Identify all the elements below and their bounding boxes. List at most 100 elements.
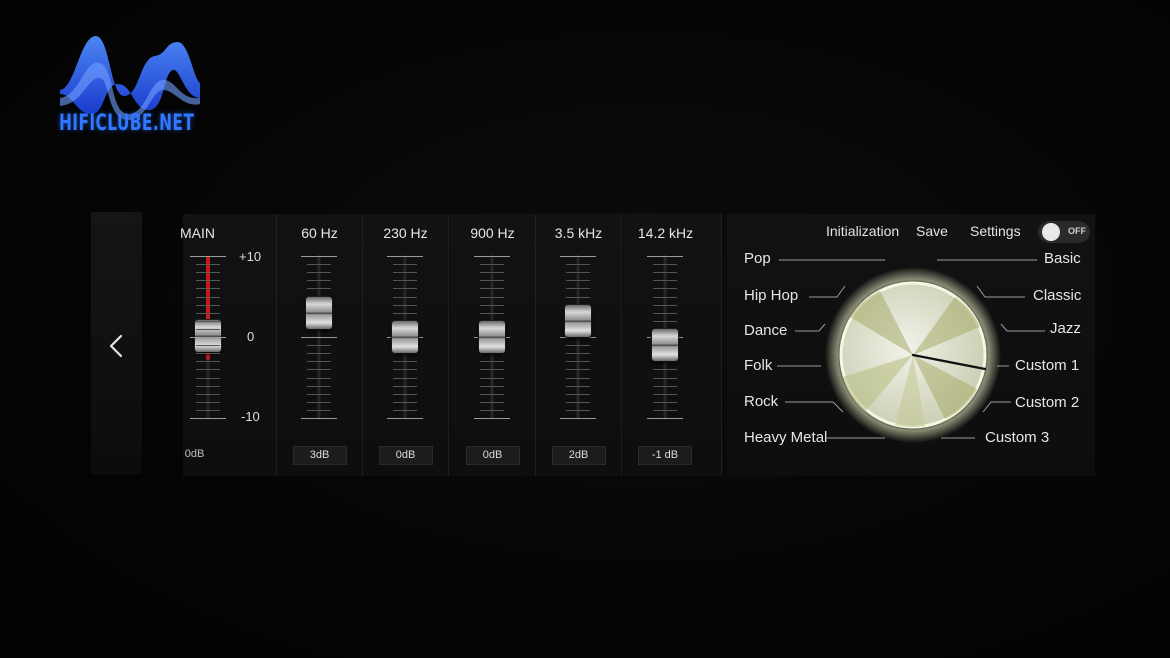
band-slider-thumb[interactable] [565,304,591,337]
scale-tick [196,353,220,355]
scale-tick [393,385,417,387]
scale-tick [480,401,504,403]
preset-classic[interactable]: Classic [1033,287,1081,304]
scale-tick [307,393,331,395]
scale-tick [480,304,504,306]
main-volume-column: MAIN +10 0 -10 0dB [180,214,277,476]
preset-rock[interactable]: Rock [744,393,778,410]
scale-minus-10: -10 [241,409,260,424]
scale-tick [393,401,417,403]
scale-tick [480,312,504,314]
scale-tick [196,304,220,306]
band-slider-thumb[interactable] [392,321,418,353]
scale-tick [480,361,504,363]
preset-hip-hop[interactable]: Hip Hop [744,287,798,304]
main-slider-thumb[interactable] [195,320,221,352]
scale-tick [566,272,590,274]
scale-tick [653,409,677,411]
scale-tick [307,401,331,403]
band-slider-thumb[interactable] [306,296,332,329]
band-slider-thumb[interactable] [652,329,678,362]
scale-tick [393,304,417,306]
scale-tick [196,401,220,403]
preset-pop[interactable]: Pop [744,250,771,267]
preset-heavy-metal[interactable]: Heavy Metal [744,429,827,446]
scale-tick [393,393,417,395]
scale-tick [566,288,590,290]
scale-tick [653,401,677,403]
band-label: 14.2 kHz [637,225,694,241]
preset-selector-knob[interactable] [825,267,1001,443]
scale-tick [190,256,226,257]
preset-folk[interactable]: Folk [744,357,772,374]
scale-tick [480,369,504,371]
scale-tick [393,377,417,379]
scale-tick [196,385,220,387]
logo-text: HIFICLUBE.NET [59,111,195,136]
scale-tick [196,320,220,322]
scale-tick [196,272,220,274]
back-button[interactable] [104,330,128,362]
scale-tick [647,418,683,419]
scale-tick [566,280,590,282]
band-label: 230 Hz [383,225,428,241]
scale-tick [301,256,337,257]
band-value: 0dB [378,446,433,465]
scale-tick [480,280,504,282]
scale-tick [653,320,677,322]
scale-tick [196,361,220,363]
main-label: MAIN [180,225,215,241]
band-value: -1 dB [638,446,692,465]
preset-jazz[interactable]: Jazz [1050,320,1081,337]
chevron-left-icon [109,334,123,358]
band-column: 900 Hz 0dB [450,214,536,476]
scale-tick [653,393,677,395]
scale-tick [480,296,504,298]
band-label: 900 Hz [470,225,515,241]
scale-tick [474,418,510,419]
scale-tick [480,393,504,395]
scale-tick [196,377,220,379]
scale-tick [393,264,417,266]
scale-tick [566,296,590,298]
scale-tick [653,377,677,379]
scale-tick [560,418,596,419]
scale-tick [393,409,417,411]
band-column: 230 Hz 0dB [363,214,449,476]
scale-tick [393,288,417,290]
scale-tick [566,264,590,266]
band-slider-thumb[interactable] [479,321,505,353]
scale-tick [560,337,596,338]
preset-custom-2[interactable]: Custom 2 [1015,394,1079,411]
scale-tick [307,288,331,290]
band-label: 3.5 kHz [554,225,603,241]
scale-tick [196,264,220,266]
scale-tick [653,264,677,266]
scale-tick [653,369,677,371]
scale-tick [480,272,504,274]
scale-tick [196,369,220,371]
scale-tick [653,288,677,290]
scale-tick [480,385,504,387]
scale-tick [480,377,504,379]
scale-tick [653,361,677,363]
scale-tick [566,369,590,371]
scale-tick [566,345,590,347]
scale-tick [480,409,504,411]
scale-tick [566,377,590,379]
scale-tick [393,361,417,363]
preset-custom-1[interactable]: Custom 1 [1015,357,1079,374]
band-value: 2dB [551,446,606,465]
scale-tick [653,304,677,306]
preset-basic[interactable]: Basic [1044,250,1081,267]
scale-tick [393,312,417,314]
scale-tick [301,337,337,338]
scale-zero: 0 [247,329,255,344]
scale-tick [393,369,417,371]
band-column: 60 Hz 3dB [277,214,363,476]
scale-tick [196,288,220,290]
scale-tick [307,280,331,282]
scale-tick [387,418,423,419]
preset-dance[interactable]: Dance [744,322,787,339]
scale-tick [480,353,504,355]
